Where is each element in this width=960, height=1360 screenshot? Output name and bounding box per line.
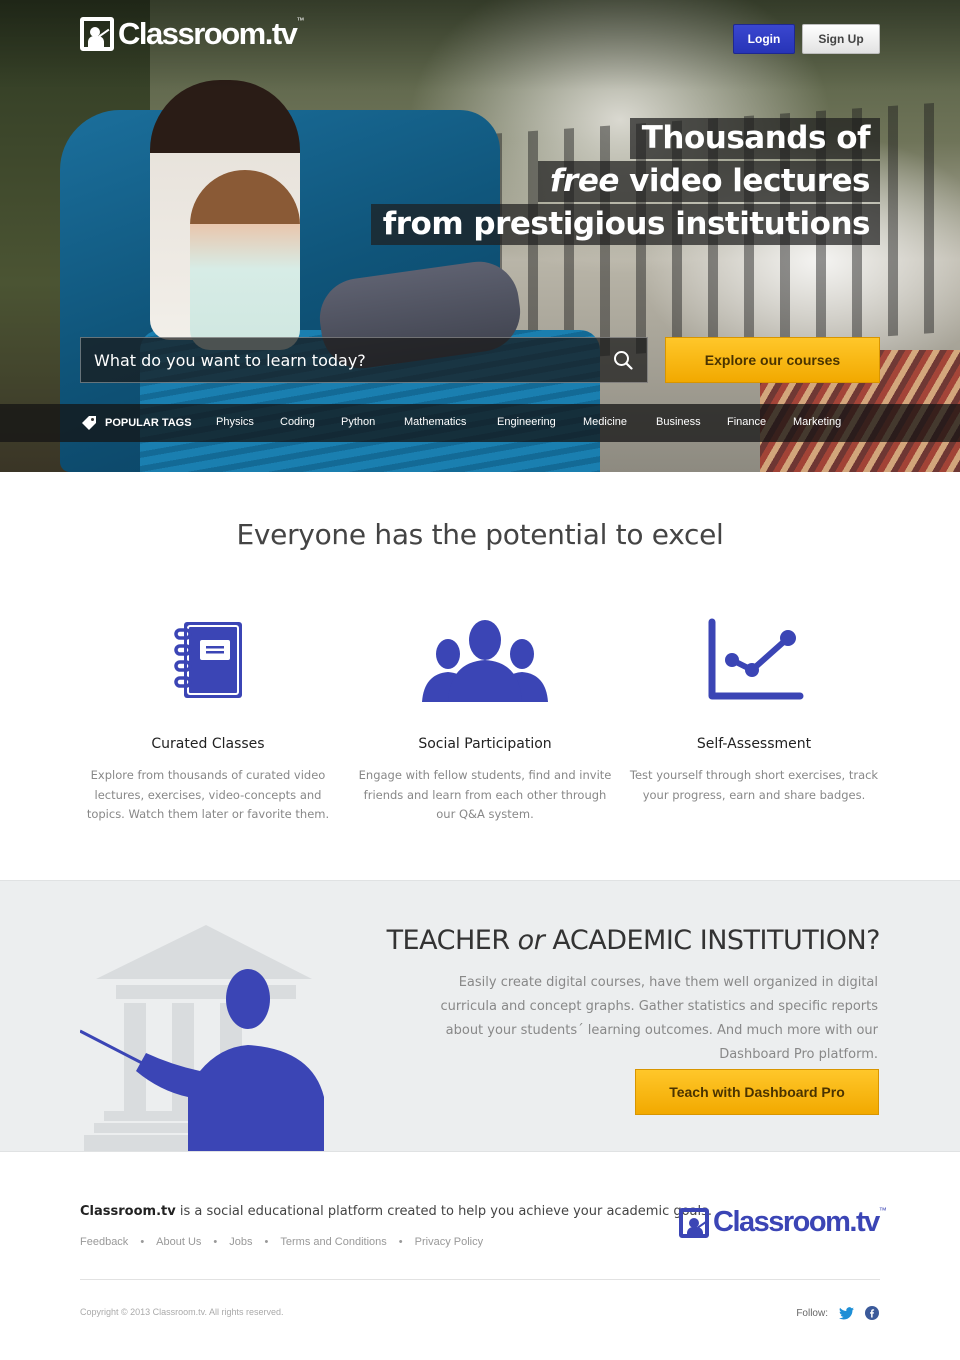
- popular-tags-bar: POPULAR TAGS Physics Coding Python Mathe…: [0, 404, 960, 442]
- tag-coding[interactable]: Coding: [280, 416, 315, 428]
- logo-icon: [80, 17, 114, 51]
- tag-engineering[interactable]: Engineering: [497, 416, 556, 428]
- footer-about: Classroom.tv is a social educational pla…: [80, 1204, 713, 1219]
- teacher-section: TEACHER or ACADEMIC INSTITUTION? Easily …: [0, 880, 960, 1152]
- separator-dot: •: [398, 1236, 403, 1248]
- headline-line-2: free video lectures: [538, 161, 880, 202]
- feature-text: Engage with fellow students, find and in…: [358, 768, 612, 821]
- follow-links: Follow:: [796, 1305, 880, 1321]
- footer-link-about-us[interactable]: About Us: [156, 1236, 201, 1248]
- teacher-illustration: [80, 925, 324, 1151]
- explore-courses-button[interactable]: Explore our courses: [665, 337, 880, 383]
- feature-title: Social Participation: [418, 736, 552, 752]
- search-icon[interactable]: [613, 350, 633, 370]
- feature-social-participation: Social Participation Engage with fellow …: [355, 610, 615, 825]
- people-icon: [422, 620, 548, 702]
- hero-banner: Classroom.tv™ Login Sign Up Thousands of…: [0, 0, 960, 472]
- copyright-text: Copyright © 2013 Classroom.tv. All right…: [80, 1307, 284, 1317]
- feature-text: Test yourself through short exercises, t…: [629, 768, 879, 802]
- logo-text: Classroom.tv™: [713, 1206, 887, 1238]
- header-logo[interactable]: Classroom.tv™: [80, 16, 304, 52]
- logo-text: Classroom.tv™: [118, 16, 305, 51]
- login-button[interactable]: Login: [733, 24, 795, 54]
- feature-text: Explore from thousands of curated video …: [86, 768, 330, 821]
- teacher-title: TEACHER or ACADEMIC INSTITUTION?: [386, 925, 881, 956]
- tag-marketing[interactable]: Marketing: [793, 416, 841, 428]
- footer-divider: [80, 1279, 880, 1280]
- footer-link-terms[interactable]: Terms and Conditions: [280, 1236, 386, 1248]
- tag-python[interactable]: Python: [341, 416, 375, 428]
- footer-link-jobs[interactable]: Jobs: [229, 1236, 252, 1248]
- separator-dot: •: [140, 1236, 145, 1248]
- feature-title: Curated Classes: [151, 736, 265, 752]
- tag-business[interactable]: Business: [656, 416, 701, 428]
- teach-dashboard-pro-button[interactable]: Teach with Dashboard Pro: [635, 1069, 879, 1115]
- signup-button[interactable]: Sign Up: [802, 24, 880, 54]
- footer-links: Feedback • About Us • Jobs • Terms and C…: [80, 1236, 483, 1248]
- tag-medicine[interactable]: Medicine: [583, 416, 627, 428]
- tag-finance[interactable]: Finance: [727, 416, 766, 428]
- footer-link-privacy[interactable]: Privacy Policy: [415, 1236, 483, 1248]
- twitter-icon[interactable]: [838, 1305, 854, 1321]
- search-input[interactable]: [81, 338, 601, 382]
- headline-line-3: from prestigious institutions: [370, 204, 880, 245]
- hero-headline: Thousands of free video lectures from pr…: [370, 118, 880, 247]
- tag-icon: [82, 416, 96, 430]
- tag-physics[interactable]: Physics: [216, 416, 254, 428]
- headline-line-1: Thousands of: [629, 118, 880, 159]
- hero-photo-child: [190, 170, 300, 350]
- notebook-icon: [174, 622, 242, 698]
- footer-link-feedback[interactable]: Feedback: [80, 1236, 128, 1248]
- separator-dot: •: [213, 1236, 218, 1248]
- feature-curated-classes: Curated Classes Explore from thousands o…: [78, 610, 338, 825]
- facebook-icon[interactable]: [864, 1305, 880, 1321]
- chart-icon: [708, 618, 804, 700]
- features-title: Everyone has the potential to excel: [236, 518, 724, 551]
- popular-tags-label: POPULAR TAGS: [80, 414, 192, 432]
- teacher-description: Easily create digital courses, have them…: [440, 975, 878, 1062]
- feature-title: Self-Assessment: [696, 736, 812, 752]
- feature-self-assessment: Self-Assessment Test yourself through sh…: [624, 610, 884, 805]
- logo-icon: [679, 1207, 709, 1238]
- search-box: [80, 337, 648, 383]
- follow-label: Follow:: [796, 1307, 828, 1319]
- tag-mathematics[interactable]: Mathematics: [404, 416, 466, 428]
- separator-dot: •: [264, 1236, 269, 1248]
- footer-logo[interactable]: Classroom.tv™: [679, 1206, 887, 1239]
